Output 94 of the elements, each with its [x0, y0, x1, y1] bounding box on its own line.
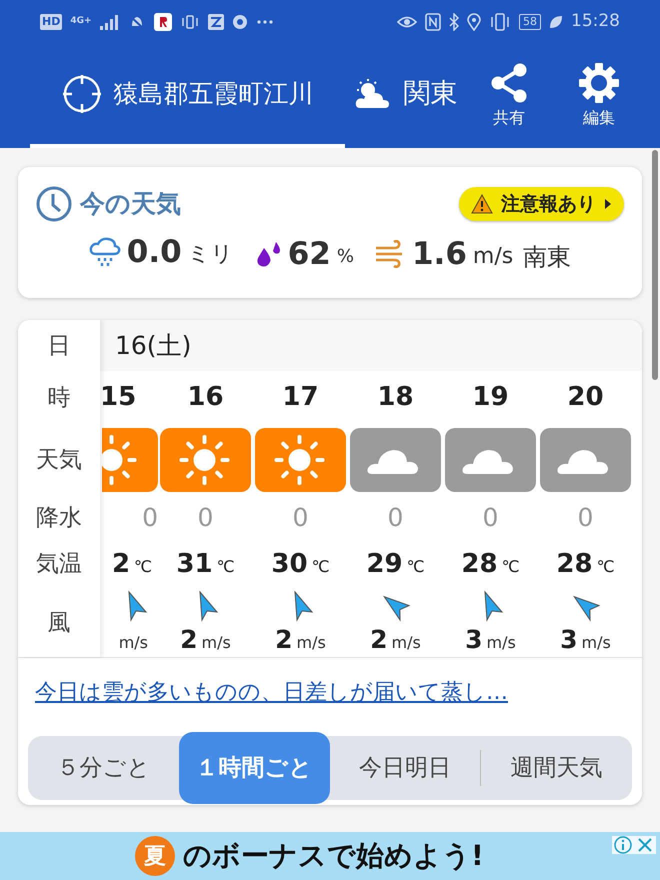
browser-icon [232, 14, 248, 30]
view-mode-tab[interactable]: ５分ごと [28, 732, 179, 804]
rain-unit: ミリ [188, 241, 234, 270]
clock-icon [36, 186, 72, 222]
temperature-value: 30 [271, 548, 308, 580]
hour-label: 17 [282, 380, 319, 414]
temperature-value: 31 [176, 548, 213, 580]
temperature-unit: ℃ [596, 556, 615, 578]
temperature-unit: ℃ [502, 556, 520, 578]
row-label: 気温 [36, 550, 82, 580]
temperature-value: 2 [112, 548, 130, 580]
cloud-icon [540, 428, 631, 492]
sun-icon [255, 428, 346, 492]
leaf-icon [549, 15, 563, 29]
humidity-unit: % [336, 245, 354, 270]
wind-direction: 南東 [523, 242, 572, 273]
wind-speed-unit: m/s [202, 632, 231, 654]
hour-label: 20 [567, 380, 604, 414]
row-label: 時 [48, 384, 70, 413]
forecast-summary-link[interactable]: 今日は雲が多いものの、日差しが届いて蒸し… [35, 680, 508, 705]
date-label: 16(土) [115, 330, 192, 362]
wind-speed-unit: m/s [296, 632, 326, 654]
temperature-value: 28 [556, 548, 593, 580]
wind-speed: 1.6 [412, 234, 467, 274]
temperature-unit: ℃ [216, 556, 235, 578]
temperature-unit: ℃ [312, 556, 330, 578]
eye-icon [397, 15, 417, 29]
rain-value: 0.0 [126, 232, 182, 272]
hour-label: 16 [187, 380, 224, 414]
vibrate-icon [489, 13, 511, 31]
network-label: 4G+ [70, 15, 92, 28]
app-icon [154, 13, 172, 31]
precipitation-value: 0 [388, 502, 404, 534]
info-icon [614, 836, 632, 854]
hour-label: 15 [100, 380, 136, 414]
bluetooth-icon [449, 13, 459, 31]
nfc-icon [425, 13, 441, 31]
share-icon [489, 62, 529, 104]
warning-icon [471, 194, 493, 214]
hour-label: 18 [377, 380, 414, 414]
rain-icon [88, 236, 121, 268]
wind-speed-value: 3 [560, 624, 578, 656]
precipitation-value: 0 [482, 502, 498, 534]
play-icon [604, 198, 612, 209]
wind-unit: m/s [472, 243, 514, 272]
more-icon [256, 19, 274, 25]
section-title: 今の天気 [80, 188, 181, 220]
row-label: 天気 [36, 446, 82, 476]
alert-button[interactable]: 注意報あり [459, 186, 624, 221]
view-mode-tab[interactable]: 今日明日 [330, 732, 480, 804]
temperature-value: 28 [461, 548, 498, 580]
cloud-icon [350, 428, 441, 492]
wind-speed-unit: m/s [486, 632, 516, 654]
close-icon [636, 836, 654, 854]
ad-banner[interactable]: 夏 のボーナスで始めよう! [0, 832, 660, 880]
wind-speed-value: 2 [180, 624, 198, 656]
locate-icon [62, 74, 102, 114]
ad-badge: 夏 [135, 836, 175, 876]
hd-label: HD [40, 14, 62, 30]
battery-level: 58 [519, 14, 541, 30]
vibrate-icon [180, 14, 200, 30]
cloud-icon [445, 428, 536, 492]
wind-speed-unit: m/s [118, 632, 148, 654]
precipitation-value: 0 [578, 502, 594, 534]
row-label: 日 [48, 332, 70, 361]
region-tab[interactable]: 関東 [345, 44, 464, 148]
temperature-unit: ℃ [134, 556, 152, 578]
sun-icon [160, 428, 251, 492]
ad-headline: のボーナスで始めよう! [183, 838, 484, 874]
temperature-unit: ℃ [406, 556, 425, 578]
wind-speed-value: 3 [465, 624, 483, 656]
location-icon [467, 13, 481, 31]
hour-label: 19 [472, 380, 509, 414]
temperature-value: 29 [366, 548, 403, 580]
wind-speed-value: 2 [370, 624, 388, 656]
precipitation-value: 0 [292, 502, 308, 534]
wind-speed-unit: m/s [582, 632, 611, 654]
row-label: 風 [48, 608, 70, 638]
row-label: 降水 [36, 504, 82, 534]
clock-time: 15:28 [571, 10, 620, 34]
wind-speed-value: 2 [275, 624, 293, 656]
precipitation-value: 0 [198, 502, 214, 534]
settings-button[interactable]: 編集 [554, 44, 644, 148]
wind-speed-unit: m/s [392, 632, 421, 654]
sun-icon [102, 428, 158, 492]
settings-icon [578, 62, 620, 104]
view-mode-tab[interactable]: 週間天気 [481, 732, 632, 804]
precipitation-value: 0 [142, 502, 158, 534]
humidity-value: 62 [288, 234, 331, 274]
scrollbar[interactable] [652, 150, 658, 380]
share-button[interactable]: 共有 [464, 44, 554, 148]
app-icon [208, 14, 224, 30]
signal-icon [100, 14, 120, 30]
location-tab[interactable]: 猿島郡五霞町江川 [30, 44, 345, 148]
